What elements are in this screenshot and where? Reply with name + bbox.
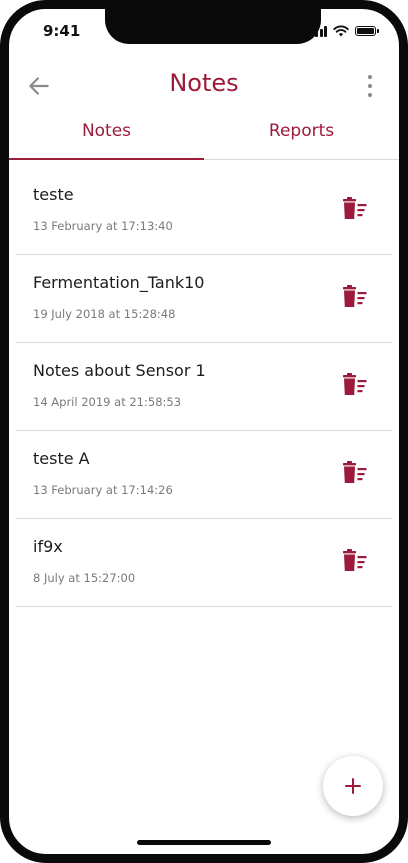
notes-list: teste 13 February at 17:13:40 Fermentati… xyxy=(16,167,392,607)
note-item[interactable]: Notes about Sensor 1 14 April 2019 at 21… xyxy=(16,343,392,431)
app-bar: Notes xyxy=(9,61,399,109)
wifi-icon xyxy=(333,25,349,37)
note-date: 19 July 2018 at 15:28:48 xyxy=(33,307,176,321)
tab-bar: Notes Reports xyxy=(9,117,399,160)
note-date: 8 July at 15:27:00 xyxy=(33,571,136,585)
delete-sweep-icon[interactable] xyxy=(342,373,368,397)
delete-sweep-icon[interactable] xyxy=(342,549,368,573)
plus-icon xyxy=(345,778,361,794)
note-date: 13 February at 17:13:40 xyxy=(33,219,173,233)
note-title: Notes about Sensor 1 xyxy=(33,361,206,380)
status-time: 9:41 xyxy=(43,22,81,40)
more-options-icon[interactable] xyxy=(366,75,374,97)
page-title: Notes xyxy=(169,69,239,97)
note-item[interactable]: teste A 13 February at 17:14:26 xyxy=(16,431,392,519)
delete-sweep-icon[interactable] xyxy=(342,461,368,485)
note-item[interactable]: Fermentation_Tank10 19 July 2018 at 15:2… xyxy=(16,255,392,343)
battery-icon xyxy=(355,26,379,36)
tab-reports[interactable]: Reports xyxy=(204,117,399,159)
note-item[interactable]: teste 13 February at 17:13:40 xyxy=(16,167,392,255)
note-title: teste xyxy=(33,185,74,204)
note-title: teste A xyxy=(33,449,90,468)
home-indicator xyxy=(137,840,271,845)
tab-notes[interactable]: Notes xyxy=(9,117,204,160)
delete-sweep-icon[interactable] xyxy=(342,197,368,221)
add-note-button[interactable] xyxy=(323,756,383,816)
note-date: 13 February at 17:14:26 xyxy=(33,483,173,497)
signal-icon xyxy=(310,25,327,37)
note-item[interactable]: if9x 8 July at 15:27:00 xyxy=(16,519,392,607)
note-date: 14 April 2019 at 21:58:53 xyxy=(33,395,182,409)
phone-frame: 9:41 Notes Notes Reports teste 13 Februa… xyxy=(0,0,408,863)
delete-sweep-icon[interactable] xyxy=(342,285,368,309)
status-icons xyxy=(310,25,379,37)
note-title: Fermentation_Tank10 xyxy=(33,273,205,292)
note-title: if9x xyxy=(33,537,63,556)
notch xyxy=(105,9,321,44)
